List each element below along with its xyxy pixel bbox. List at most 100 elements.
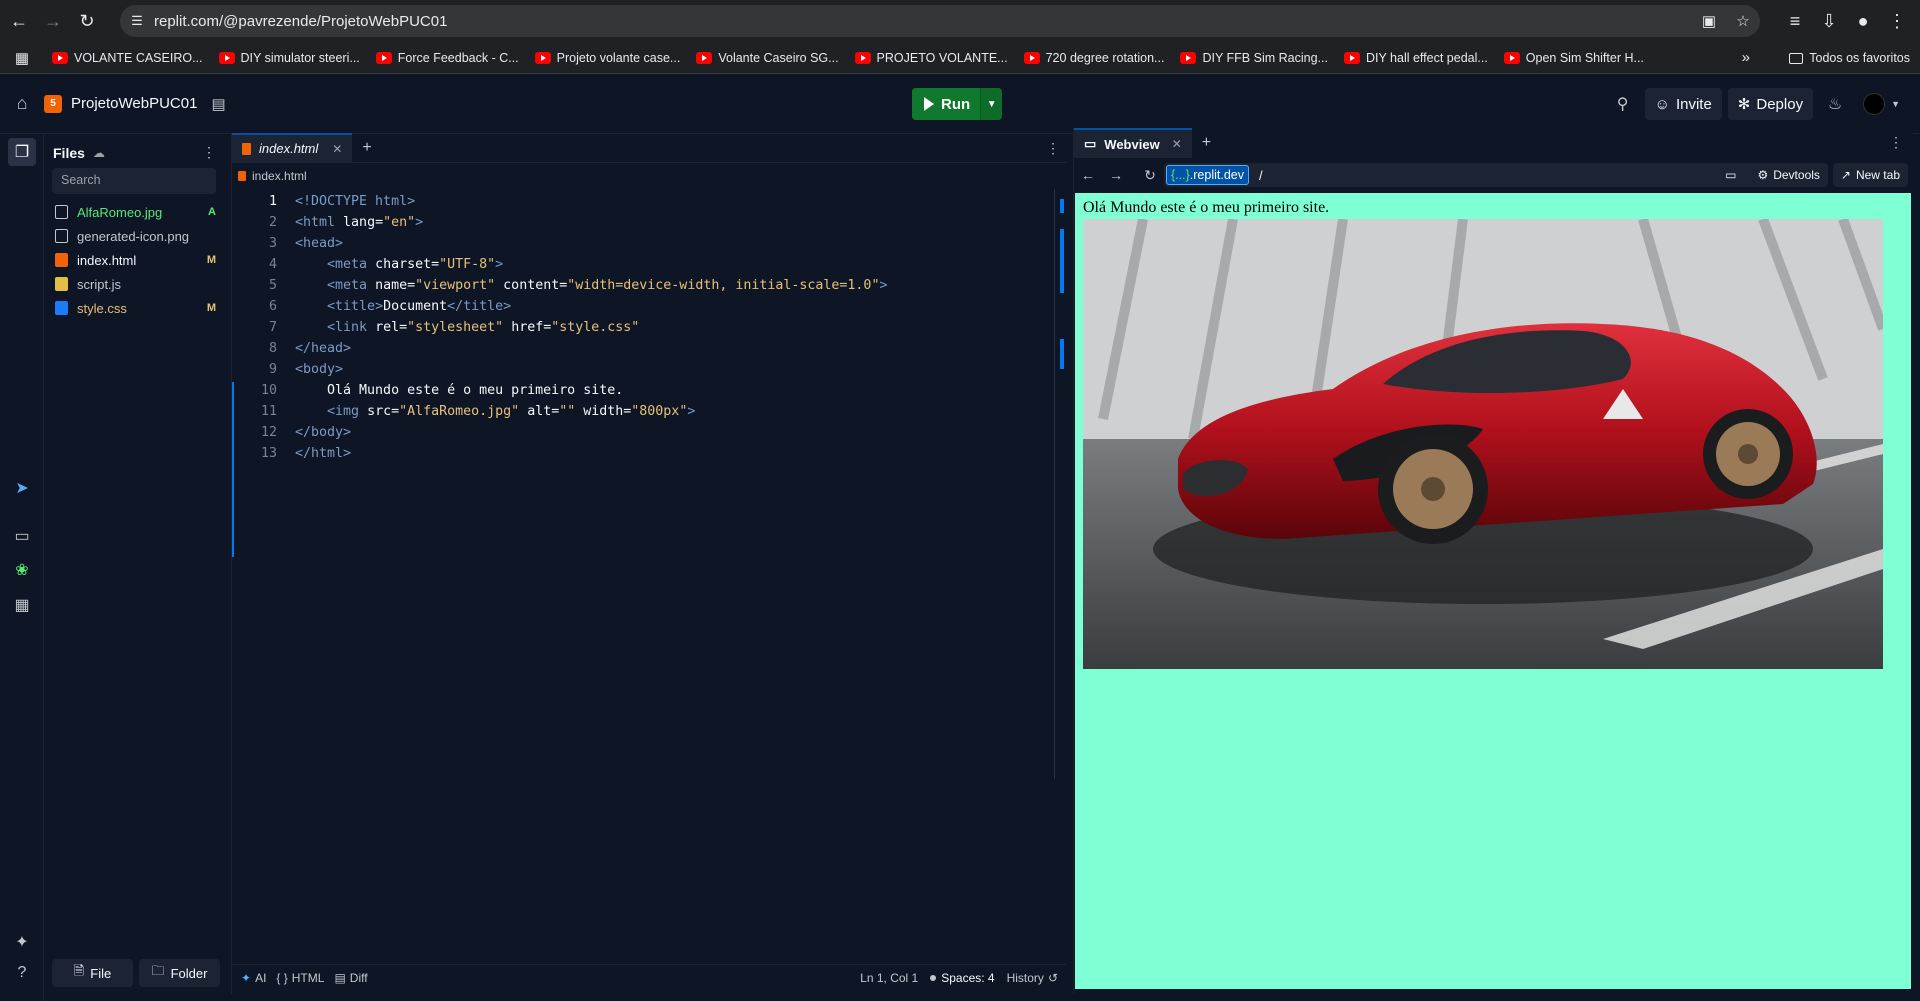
close-tab-icon[interactable]: ✕ [332,142,342,156]
reading-list-icon[interactable]: ≡ [1780,4,1810,38]
code-line[interactable]: 12 </body> [232,422,1052,443]
project-info-icon[interactable]: ▤ [211,95,225,113]
back-icon[interactable]: ← [1074,167,1102,183]
forward-icon[interactable]: → [1102,167,1130,183]
tab-index-html[interactable]: index.html ✕ [232,133,353,162]
back-icon[interactable]: ← [2,4,36,38]
bookmark-item[interactable]: Force Feedback - C... [368,45,527,71]
code-line[interactable]: 13 </html> [232,443,1052,464]
code-line[interactable]: 7 <link rel="stylesheet" href="style.css… [232,317,1052,338]
file-item[interactable]: script.js [46,272,224,296]
webview-url-bar[interactable]: {...}.replit.dev / → [1164,163,1774,187]
run-dropdown-chevron-icon[interactable]: ▼ [980,88,1003,120]
all-tools-grid-icon[interactable]: ▦ [0,595,44,615]
youtube-icon [1180,51,1197,64]
bookmark-item[interactable]: Projeto volante case... [527,45,689,71]
breadcrumb-file[interactable]: index.html [252,169,307,183]
bookmark-item[interactable]: 720 degree rotation... [1016,45,1173,71]
notifications-bell-icon[interactable]: ♨ [1819,88,1851,120]
editor-scrollbar[interactable] [1054,189,1066,779]
url-path-input[interactable]: / [1259,168,1263,183]
home-icon[interactable]: ⌂ [0,93,44,114]
bookmark-label: Volante Caseiro SG... [718,50,839,65]
all-bookmarks-folder[interactable]: Todos os favoritos [1789,45,1910,71]
install-app-icon[interactable]: ▣ [1692,12,1726,30]
bookmark-item[interactable]: DIY hall effect pedal... [1336,45,1496,71]
new-file-button[interactable]: 🗎 File [52,959,133,987]
file-item[interactable]: AlfaRomeo.jpg A [46,200,224,224]
profile-icon[interactable]: ● [1848,4,1878,38]
code-line[interactable]: 2 <html lang="en"> [232,212,1052,233]
new-tab-plus-icon[interactable]: + [352,133,381,162]
address-url[interactable]: replit.com/@pavrezende/ProjetoWebPUC01 [154,13,1692,30]
device-toggle-button[interactable]: ▭ [1717,163,1745,187]
ai-toggle[interactable]: ✦ AI [241,971,266,985]
bookmark-item[interactable]: DIY simulator steeri... [211,45,368,71]
editor-menu-icon[interactable]: ⋮ [1046,140,1060,157]
search-icon[interactable]: ⚲ [1607,88,1639,120]
file-item[interactable]: style.css M [46,296,224,320]
sparkle-icon[interactable]: ✦ [0,932,44,952]
agent-tool-icon[interactable]: ➤ [0,478,44,498]
file-item[interactable]: index.html M [46,248,224,272]
bookmark-item[interactable]: VOLANTE CASEIRO... [44,45,211,71]
code-line[interactable]: 11 <img src="AlfaRomeo.jpg" alt="" width… [232,401,1052,422]
deploy-button[interactable]: ✻ Deploy [1727,88,1814,120]
file-item[interactable]: generated-icon.png [46,224,224,248]
secrets-tool-icon[interactable]: ❀ [0,560,44,580]
bookmark-star-icon[interactable]: ☆ [1726,12,1760,30]
bookmark-item[interactable]: PROJETO VOLANTE... [847,45,1016,71]
code-line[interactable]: 9 <body> [232,359,1052,380]
webview-tool-icon[interactable]: ▭ [0,526,44,546]
code-line[interactable]: 6 <title>Document</title> [232,296,1052,317]
language-mode[interactable]: { } HTML [276,971,324,985]
account-menu[interactable]: ▼ [1857,93,1900,115]
history-button[interactable]: History ↺ [1007,971,1058,985]
download-icon[interactable]: ⇩ [1814,4,1844,38]
address-bar[interactable]: ☰ replit.com/@pavrezende/ProjetoWebPUC01… [120,5,1760,37]
new-tab-plus-icon[interactable]: + [1192,128,1221,158]
diff-toggle[interactable]: ▤ Diff [334,971,367,985]
invite-button[interactable]: ☺ Invite [1644,88,1722,120]
image-file-icon [55,205,68,219]
code-line[interactable]: 8 </head> [232,338,1052,359]
new-folder-button[interactable]: 🗀 Folder [139,959,220,987]
forward-icon[interactable]: → [36,4,70,38]
code-line[interactable]: 10 Olá Mundo este é o meu primeiro site. [232,380,1052,401]
close-tab-icon[interactable]: ✕ [1172,137,1182,151]
cursor-position[interactable]: Ln 1, Col 1 [860,971,918,985]
reload-icon[interactable]: ↻ [1136,167,1164,184]
run-button[interactable]: Run [912,88,981,120]
code-line[interactable]: 5 <meta name="viewport" content="width=d… [232,275,1052,296]
bookmark-item[interactable]: Volante Caseiro SG... [688,45,846,71]
indent-setting[interactable]: Spaces: 4 [930,971,995,985]
reload-icon[interactable]: ↻ [70,4,104,38]
code-line[interactable]: 4 <meta charset="UTF-8"> [232,254,1052,275]
project-name[interactable]: ProjetoWebPUC01 [71,95,197,112]
site-settings-icon[interactable]: ☰ [120,13,154,29]
apps-grid-icon[interactable]: ▦ [0,49,44,67]
open-new-tab-button[interactable]: ↗ New tab [1832,163,1908,187]
code-line[interactable]: 3 <head> [232,233,1052,254]
bookmark-item[interactable]: DIY FFB Sim Racing... [1172,45,1336,71]
code-area[interactable]: 1 <!DOCTYPE html> 2 <html lang="en"> 3 <head>… [232,191,1052,464]
devtools-button[interactable]: ⚙ Devtools [1749,163,1828,187]
bookmark-item[interactable]: Open Sim Shifter H... [1496,45,1652,71]
line-number: 13 [260,446,277,461]
tab-webview[interactable]: ▭ Webview ✕ [1074,128,1192,158]
more-bookmarks-icon[interactable]: » [1742,45,1750,71]
menu-kebab-icon[interactable]: ⋮ [1882,4,1912,38]
code-line[interactable]: 1 <!DOCTYPE html> [232,191,1052,212]
webview-viewport[interactable]: Olá Mundo este é o meu primeiro site. [1075,193,1911,989]
editor-status-bar: ✦ AI { } HTML ▤ Diff Ln 1, Col 1 Spaces: 4 … [231,964,1066,990]
invite-label: Invite [1675,95,1712,113]
dev-host-chip[interactable]: {...}.replit.dev [1166,165,1249,185]
files-menu-icon[interactable]: ⋮ [202,144,216,161]
files-tool-icon[interactable]: ❐ [0,142,44,162]
breadcrumb[interactable]: index.html [232,163,1067,189]
files-search-input[interactable]: Search [52,168,216,194]
webview-menu-icon[interactable]: ⋮ [1889,134,1903,151]
help-icon[interactable]: ? [0,964,44,982]
